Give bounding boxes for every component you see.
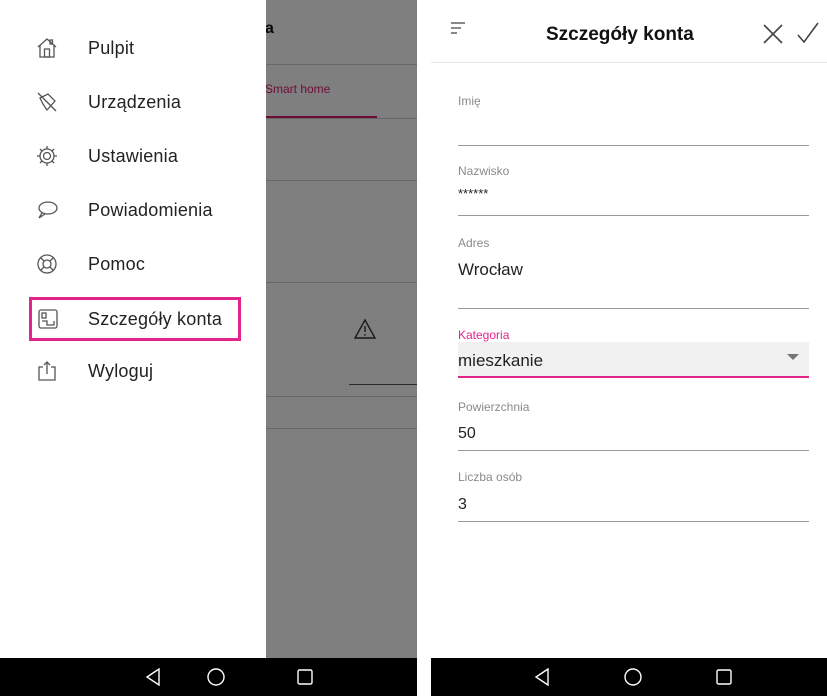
notification-chat-icon <box>34 197 60 223</box>
field-label: Kategoria <box>458 328 510 342</box>
system-nav-bar <box>0 658 417 696</box>
field-kategoria[interactable]: Kategoria mieszkanie <box>458 328 809 380</box>
recents-square-icon[interactable] <box>713 666 735 688</box>
app-bar: Szczegóły konta <box>431 0 827 63</box>
field-label: Imię <box>458 94 481 108</box>
drawer-item-urzadzenia[interactable]: Urządzenia <box>30 82 260 122</box>
drawer-item-label: Urządzenia <box>88 91 182 112</box>
page-title: Szczegóły konta <box>546 24 694 45</box>
help-lifebuoy-icon <box>34 251 60 277</box>
field-label: Powierzchnia <box>458 400 530 414</box>
drawer-item-label: Powiadomienia <box>88 199 213 220</box>
field-underline <box>458 145 809 146</box>
drawer-item-label: Pomoc <box>88 253 146 274</box>
drawer-item-szczegoly-konta[interactable]: Szczegóły konta <box>29 297 241 341</box>
logout-icon <box>34 358 60 384</box>
home-circle-icon[interactable] <box>622 666 644 688</box>
field-underline <box>458 215 809 216</box>
drawer-item-powiadomienia[interactable]: Powiadomienia <box>30 190 260 230</box>
settings-gear-icon <box>34 143 60 169</box>
field-label: Nazwisko <box>458 164 510 178</box>
field-label: Adres <box>458 236 490 250</box>
close-icon[interactable] <box>761 22 785 46</box>
field-liczba-osob[interactable]: Liczba osób 3 <box>458 470 809 522</box>
field-adres[interactable]: Adres Wrocław <box>458 236 809 310</box>
field-imie[interactable]: Imię <box>458 94 809 146</box>
account-details-icon <box>35 306 61 332</box>
drawer-scrim[interactable] <box>265 0 417 658</box>
field-powierzchnia[interactable]: Powierzchnia 50 <box>458 400 809 452</box>
system-nav-bar <box>431 658 827 696</box>
check-icon[interactable] <box>795 20 821 46</box>
navigation-drawer: Pulpit Urządzenia Ustawienia Powiadomien… <box>0 0 266 658</box>
drawer-item-label: Szczegóły konta <box>88 308 223 329</box>
field-underline <box>458 521 809 522</box>
recents-square-icon[interactable] <box>294 666 316 688</box>
drawer-item-pulpit[interactable]: Pulpit <box>30 28 260 68</box>
back-triangle-icon[interactable] <box>142 666 164 688</box>
drawer-item-ustawienia[interactable]: Ustawienia <box>30 136 260 176</box>
dropdown-arrow-icon <box>787 354 799 360</box>
drawer-item-label: Pulpit <box>88 37 135 58</box>
menu-icon[interactable] <box>449 20 467 38</box>
field-nazwisko[interactable]: Nazwisko ****** <box>458 164 809 216</box>
drawer-item-pomoc[interactable]: Pomoc <box>30 244 260 284</box>
home-circle-icon[interactable] <box>205 666 227 688</box>
drawer-item-label: Wyloguj <box>88 360 154 381</box>
selected-value: mieszkanie <box>458 351 544 370</box>
drawer-item-wyloguj[interactable]: Wyloguj <box>30 351 260 391</box>
field-label: Liczba osób <box>458 470 523 484</box>
field-value: 50 <box>458 425 476 442</box>
field-underline-focused <box>458 376 809 378</box>
right-phone-screen: Szczegóły konta Imię Nazwisko ****** Adr… <box>431 0 827 696</box>
field-value: 3 <box>458 496 467 513</box>
kategoria-select[interactable]: mieszkanie <box>458 342 809 378</box>
field-value: ****** <box>458 186 489 201</box>
drawer-item-label: Ustawienia <box>88 145 179 166</box>
back-triangle-icon[interactable] <box>531 666 553 688</box>
home-icon <box>34 35 60 61</box>
left-phone-screen: a Smart home Pulpit Urządzenia <box>0 0 417 696</box>
field-underline <box>458 308 809 309</box>
devices-icon <box>34 89 60 115</box>
field-value: Wrocław <box>458 260 523 279</box>
field-underline <box>458 450 809 451</box>
